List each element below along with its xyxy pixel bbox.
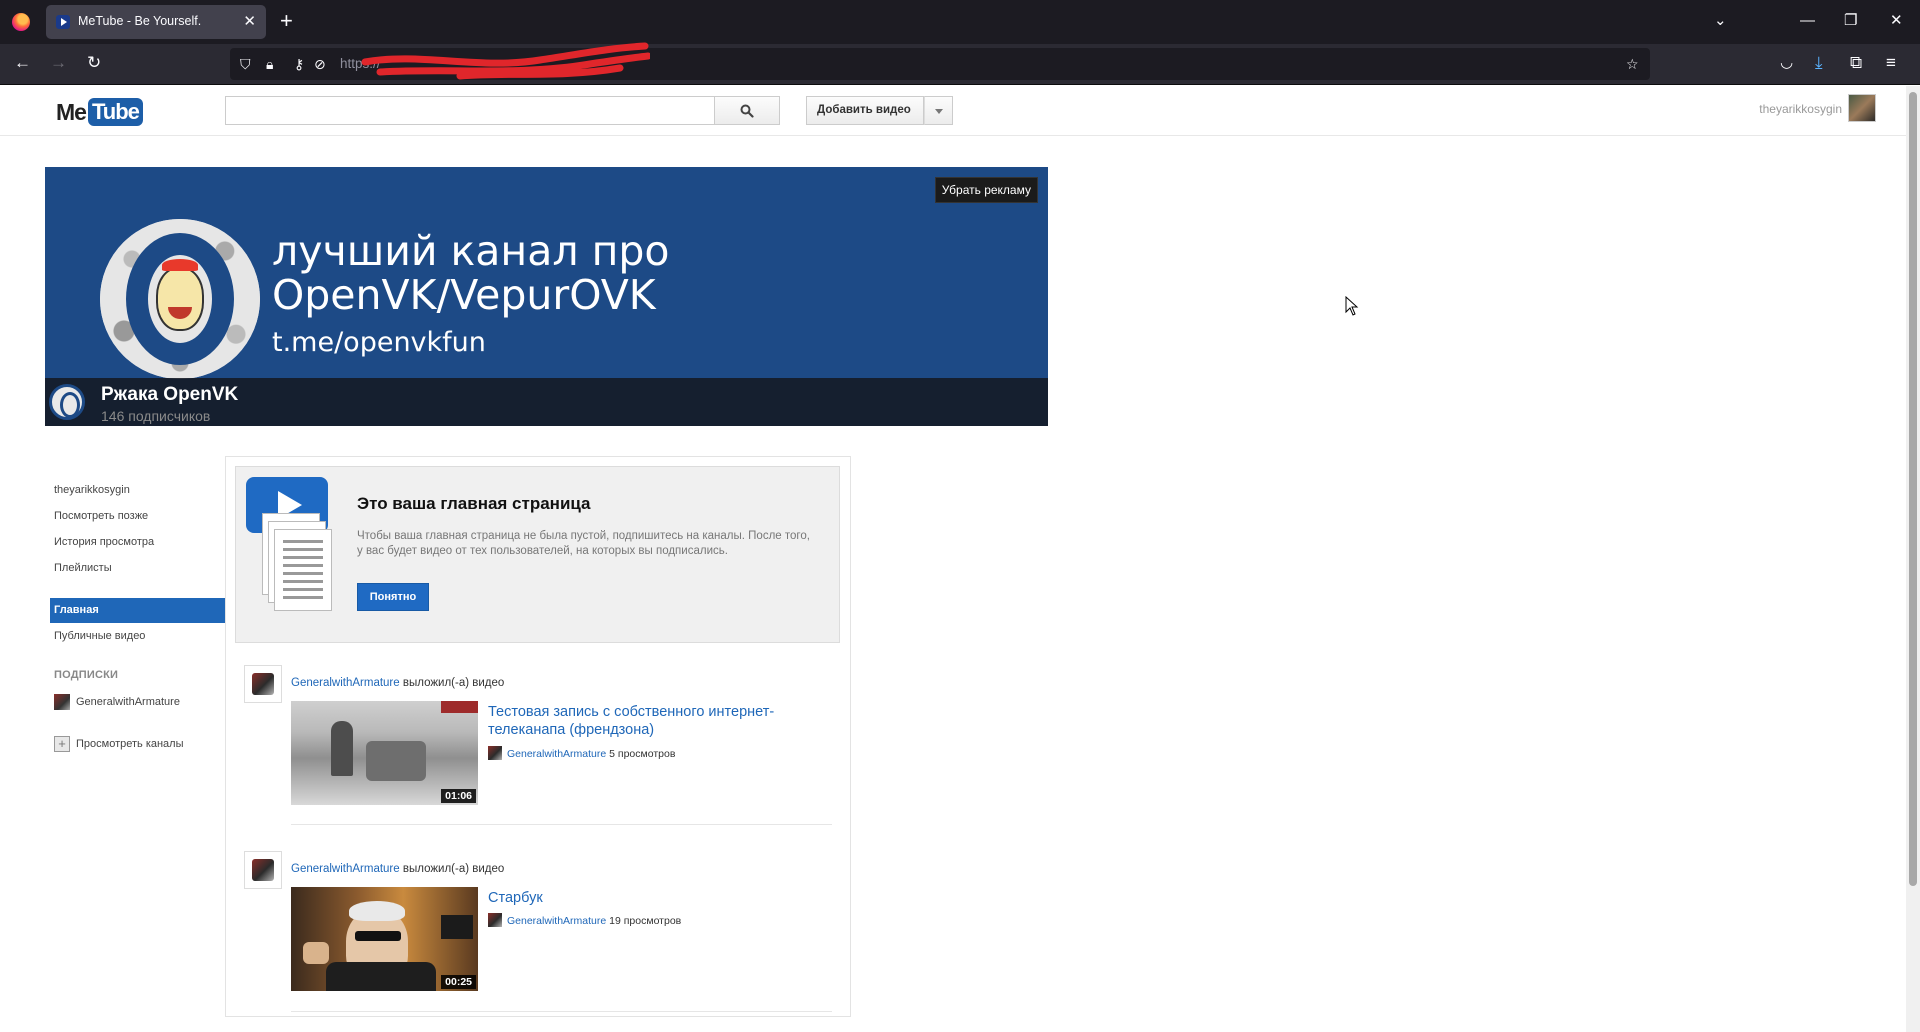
ad-banner[interactable]: Убрать рекламу лучший канал про OpenVK/V… bbox=[45, 167, 1048, 426]
openvk-logo-image bbox=[100, 219, 260, 379]
welcome-description: Чтобы ваша главная страница не была пуст… bbox=[357, 530, 810, 557]
firefox-icon[interactable] bbox=[12, 13, 30, 31]
tab-close-icon[interactable]: ✕ bbox=[243, 12, 256, 30]
upload-video-button[interactable]: Добавить видео bbox=[806, 96, 924, 125]
bookmark-star-icon[interactable]: ☆ bbox=[1626, 55, 1639, 73]
post-author-avatar[interactable] bbox=[244, 665, 282, 703]
menu-icon[interactable]: ≡ bbox=[1886, 52, 1896, 74]
page-scrollbar[interactable] bbox=[1906, 86, 1920, 1032]
main-feed: Это ваша главная страница Чтобы ваша гла… bbox=[225, 456, 851, 1017]
scrollbar-thumb[interactable] bbox=[1909, 92, 1917, 886]
post-author-link[interactable]: GeneralwithArmature bbox=[291, 863, 400, 875]
site-header: Me Tube Добавить видео theyarikkosygin bbox=[0, 86, 1906, 136]
browser-nav-bar: ← → ↻ ⛉ 🔒︎ ⚷ ⊘ https:// ☆ ◡ ⤓ ⧉ ≡ bbox=[0, 42, 1920, 85]
address-bar[interactable]: ⛉ 🔒︎ ⚷ ⊘ https:// ☆ bbox=[230, 42, 1650, 80]
sidebar-item-history[interactable]: История просмотра bbox=[54, 536, 154, 548]
logo-tube-text: Tube bbox=[87, 98, 143, 126]
video-meta: GeneralwithArmature 5 просмотров bbox=[488, 746, 675, 760]
post-header: GeneralwithArmature выложил(-а) видео bbox=[291, 863, 504, 875]
banner-channel-bar: Ржака OpenVK 146 подписчиков bbox=[45, 378, 1048, 426]
banner-line-2: OpenVK/VepurOVK bbox=[272, 271, 656, 319]
metube-favicon-icon bbox=[56, 15, 70, 29]
banner-line-1: лучший канал про bbox=[272, 227, 670, 275]
channel-subscribers: 146 подписчиков bbox=[101, 408, 211, 424]
video-views: 5 просмотров bbox=[609, 748, 676, 760]
tab-title: MeTube - Be Yourself. bbox=[78, 14, 202, 28]
video-title-link[interactable]: Старбук bbox=[488, 889, 818, 907]
post-divider bbox=[291, 824, 832, 825]
post-author-avatar[interactable] bbox=[244, 851, 282, 889]
video-title-link[interactable]: Тестовая запись с собственного интернет-… bbox=[488, 703, 818, 739]
channel-mini-avatar[interactable] bbox=[488, 913, 502, 927]
feed-illustration bbox=[246, 477, 346, 622]
minimize-icon[interactable]: — bbox=[1800, 10, 1815, 32]
restore-icon[interactable]: ❐ bbox=[1844, 10, 1857, 32]
permissions-icon[interactable]: ⚷ bbox=[294, 55, 304, 73]
sidebar-item-home[interactable]: Главная bbox=[50, 598, 225, 623]
channel-name[interactable]: Ржака OpenVK bbox=[101, 384, 238, 406]
welcome-title: Это ваша главная страница bbox=[357, 494, 591, 513]
video-views: 19 просмотров bbox=[609, 915, 682, 927]
sidebar-subscription-item[interactable]: GeneralwithArmature bbox=[76, 696, 180, 708]
sidebar-item-watch-later[interactable]: Посмотреть позже bbox=[54, 510, 148, 522]
sidebar-browse-channels[interactable]: Просмотреть каналы bbox=[76, 738, 184, 750]
sidebar-item-profile[interactable]: theyarikkosygin bbox=[54, 484, 130, 496]
search-icon bbox=[740, 104, 754, 118]
upload-dropdown-arrow[interactable] bbox=[924, 96, 953, 125]
home-welcome-box: Это ваша главная страница Чтобы ваша гла… bbox=[235, 466, 840, 643]
shield-icon[interactable]: ⛉ bbox=[240, 55, 251, 73]
banner-line-3: t.me/openvkfun bbox=[272, 327, 486, 358]
downloads-icon[interactable]: ⤓ bbox=[1815, 52, 1823, 74]
video-meta: GeneralwithArmature 19 просмотров bbox=[488, 913, 681, 927]
video-duration: 01:06 bbox=[441, 789, 476, 803]
sidebar-item-playlists[interactable]: Плейлисты bbox=[54, 562, 112, 574]
video-thumbnail[interactable]: 00:25 bbox=[291, 887, 478, 991]
search-input[interactable] bbox=[225, 96, 715, 125]
header-username[interactable]: theyarikkosygin bbox=[1759, 102, 1842, 116]
video-channel-link[interactable]: GeneralwithArmature bbox=[507, 915, 606, 927]
browse-channels-plus-icon[interactable]: + bbox=[54, 736, 70, 752]
new-tab-icon[interactable]: + bbox=[280, 8, 293, 34]
extensions-icon[interactable]: ⧉ bbox=[1850, 52, 1862, 74]
post-author-link[interactable]: GeneralwithArmature bbox=[291, 677, 400, 689]
browser-tab[interactable]: MeTube - Be Yourself. ✕ bbox=[46, 5, 266, 39]
video-thumbnail[interactable]: 01:06 bbox=[291, 701, 478, 805]
pocket-icon[interactable]: ◡ bbox=[1780, 52, 1793, 74]
lock-icon[interactable]: 🔒︎ bbox=[266, 55, 273, 73]
reload-icon[interactable]: ↻ bbox=[87, 52, 101, 74]
sidebar-subscriptions-header: ПОДПИСКИ bbox=[54, 669, 119, 681]
sidebar-item-home-label: Главная bbox=[54, 604, 99, 616]
browser-tab-bar: MeTube - Be Yourself. ✕ + ⌄ — ❐ ✕ bbox=[0, 0, 1920, 44]
tracking-icon[interactable]: ⊘ bbox=[314, 55, 326, 73]
post-action-text: выложил(-а) видео bbox=[402, 677, 505, 689]
metube-logo[interactable]: Me Tube bbox=[56, 98, 143, 126]
post-header: GeneralwithArmature выложил(-а) видео bbox=[291, 677, 504, 689]
got-it-button[interactable]: Понятно bbox=[357, 583, 429, 611]
forward-icon[interactable]: → bbox=[50, 52, 67, 74]
mouse-cursor-icon bbox=[1345, 296, 1359, 316]
post-divider bbox=[291, 1011, 832, 1012]
sidebar-item-public-videos[interactable]: Публичные видео bbox=[54, 630, 145, 642]
subscription-avatar[interactable] bbox=[54, 694, 70, 710]
logo-me-text: Me bbox=[56, 98, 87, 125]
video-duration: 00:25 bbox=[441, 975, 476, 989]
back-icon[interactable]: ← bbox=[14, 52, 31, 74]
tab-list-chevron-icon[interactable]: ⌄ bbox=[1714, 10, 1727, 32]
redaction-scribble bbox=[361, 42, 650, 80]
channel-avatar[interactable] bbox=[49, 384, 85, 420]
search-button[interactable] bbox=[715, 96, 780, 125]
remove-ad-button[interactable]: Убрать рекламу bbox=[934, 177, 1038, 203]
window-close-icon[interactable]: ✕ bbox=[1890, 10, 1903, 32]
channel-mini-avatar[interactable] bbox=[488, 746, 502, 760]
post-action-text: выложил(-а) видео bbox=[402, 863, 505, 875]
video-channel-link[interactable]: GeneralwithArmature bbox=[507, 748, 606, 760]
header-avatar[interactable] bbox=[1848, 94, 1876, 122]
